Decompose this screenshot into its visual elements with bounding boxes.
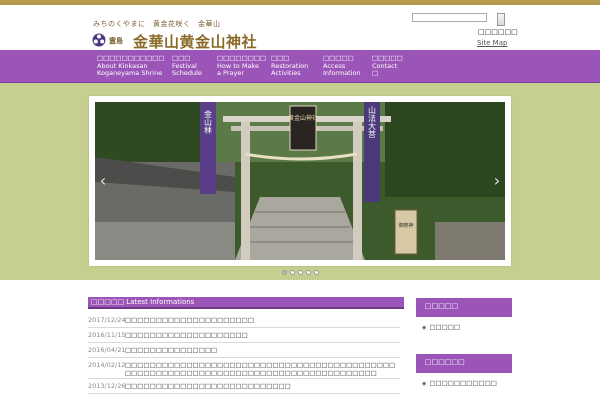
- news-row[interactable]: 2014/02/12 □□□□□□□□□□□□□□□□□□□□□□□□□□□□□…: [88, 361, 400, 379]
- nav-item-label-en: Schedule: [172, 69, 202, 77]
- logo-small-text: 霊島: [109, 37, 123, 45]
- slider-dot[interactable]: [306, 270, 311, 275]
- search-button[interactable]: [497, 13, 505, 26]
- nav-item-contact[interactable]: □□□□□ Contact □: [372, 54, 403, 78]
- news-row[interactable]: 2013/12/26 □□□□□□□□□□□□□□□□□□□□□□□□□□□: [88, 382, 400, 394]
- nav-item-label-en: □: [372, 69, 379, 77]
- sitemap-link[interactable]: Site Map: [477, 39, 507, 47]
- news-row[interactable]: 2016/11/15 □□□□□□□□□□□□□□□□□□□□: [88, 331, 400, 343]
- nav-item-access[interactable]: □□□□□ Access Information: [323, 54, 361, 78]
- language-link[interactable]: □□□□□□: [478, 28, 518, 36]
- news-date: 2016/04/21: [88, 346, 126, 354]
- nav-item-about[interactable]: □□□□□□□□□□□ About Kinkasan Koganeyama Sh…: [97, 54, 165, 78]
- slider-dot-active[interactable]: [282, 270, 287, 275]
- nav-item-restoration[interactable]: □□□ Restoration Activities: [271, 54, 308, 78]
- nav-item-label-en: Koganeyama Shrine: [97, 69, 163, 77]
- slider-next-arrow[interactable]: ›: [490, 172, 504, 190]
- gate-plaque-text: 黄金山神社: [288, 114, 318, 122]
- news-title-link[interactable]: □□□□□□□□□□□□□□□□□□□□□□□□□□□: [125, 382, 399, 390]
- nav-item-prayer[interactable]: □□□□□□□□ How to Make a Prayer: [217, 54, 266, 78]
- sidebar-box-heading: □□□□□: [416, 298, 512, 317]
- news-date: 2013/12/26: [88, 382, 126, 390]
- slider-photo-shrine-gate: 黄金山神社 金山林 山法大菩 御祭神: [95, 102, 505, 260]
- news-date: 2016/11/15: [88, 331, 126, 339]
- sidebar-box: □□□□□ □□□□□: [416, 298, 512, 331]
- sidebar-link[interactable]: □□□□□: [416, 317, 512, 331]
- nav-item-label-en: Information: [323, 69, 361, 77]
- slider-dot[interactable]: [314, 270, 319, 275]
- news-title-link[interactable]: □□□□□□□□□□□□□□□□□□□□□□□□□□□□□□□□□□□□□□□□…: [125, 361, 399, 377]
- search-input[interactable]: [412, 13, 487, 22]
- site-title-logo[interactable]: 金華山黄金山神社: [133, 31, 257, 52]
- latest-info-heading: □□□□□ Latest Informations: [91, 298, 195, 306]
- site-tagline: みちのくやまに 黄金花咲く 金華山: [93, 20, 221, 28]
- news-title-link[interactable]: □□□□□□□□□□□□□□□□□□□□□: [125, 316, 399, 324]
- slider-dot[interactable]: [298, 270, 303, 275]
- shrine-sign-text: 御祭神: [398, 222, 413, 229]
- banner-left-text: 金山林: [204, 109, 213, 135]
- sidebar-box-heading: □□□□□□: [416, 354, 512, 373]
- main-nav: □□□□□□□□□□□ About Kinkasan Koganeyama Sh…: [0, 50, 600, 83]
- nav-item-festival[interactable]: □□□ Festival Schedule: [172, 54, 202, 78]
- shrine-crest-icon: [92, 33, 106, 47]
- news-date: 2014/02/12: [88, 361, 126, 369]
- sidebar-box: □□□□□□ □□□□□□□□□□□: [416, 354, 512, 387]
- nav-item-label-en: Activities: [271, 69, 301, 77]
- slider-dot[interactable]: [290, 270, 295, 275]
- slider-prev-arrow[interactable]: ‹: [96, 172, 110, 190]
- banner-right-text: 山法大菩: [368, 105, 377, 139]
- news-date: 2017/12/24: [88, 316, 126, 324]
- news-title-link[interactable]: □□□□□□□□□□□□□□□: [125, 346, 399, 354]
- latest-info-header: □□□□□ Latest Informations: [88, 297, 404, 309]
- news-row[interactable]: 2017/12/24 □□□□□□□□□□□□□□□□□□□□□: [88, 316, 400, 328]
- nav-item-label-en: a Prayer: [217, 69, 245, 77]
- news-row[interactable]: 2016/04/21 □□□□□□□□□□□□□□□: [88, 346, 400, 358]
- sidebar-link[interactable]: □□□□□□□□□□□: [416, 373, 512, 387]
- news-title-link[interactable]: □□□□□□□□□□□□□□□□□□□□: [125, 331, 399, 339]
